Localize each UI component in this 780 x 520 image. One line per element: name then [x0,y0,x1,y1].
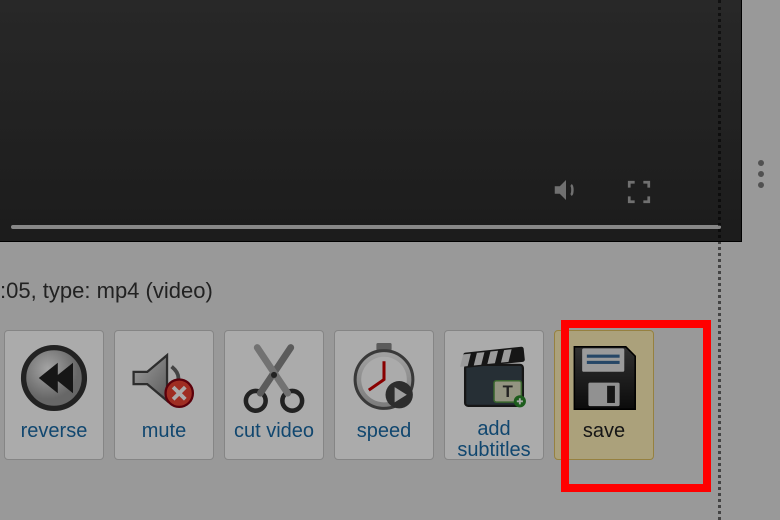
speed-button[interactable]: speed [334,330,434,460]
tool-label: speed [357,421,412,442]
speaker-mute-icon [124,339,204,417]
save-button[interactable]: save [554,330,654,460]
video-progress-bar[interactable] [11,225,721,229]
svg-text:T: T [503,382,514,401]
scissors-icon [234,339,314,417]
reverse-button[interactable]: reverse [4,330,104,460]
tool-label: mute [142,421,186,442]
volume-icon[interactable] [551,175,581,205]
tool-label: save [583,421,625,442]
file-info-text: :05, type: mp4 (video) [0,278,213,304]
mute-button[interactable]: mute [114,330,214,460]
cut-video-button[interactable]: cut video [224,330,324,460]
editing-toolbar: reverse mute [4,330,654,460]
app-viewport: :05, type: mp4 (video) reverse [0,0,780,520]
fullscreen-icon[interactable] [626,179,652,205]
floppy-disk-icon [564,339,644,417]
clapperboard-subtitle-icon: T [454,339,534,415]
more-icon[interactable] [758,160,764,188]
tool-label: add subtitles [449,419,539,461]
stopwatch-play-icon [344,339,424,417]
add-subtitles-button[interactable]: T add subtitles [444,330,544,460]
panel-divider [718,0,721,520]
rewind-icon [14,339,94,417]
video-player[interactable] [0,0,742,242]
tool-label: cut video [234,421,314,442]
tool-label: reverse [21,421,88,442]
